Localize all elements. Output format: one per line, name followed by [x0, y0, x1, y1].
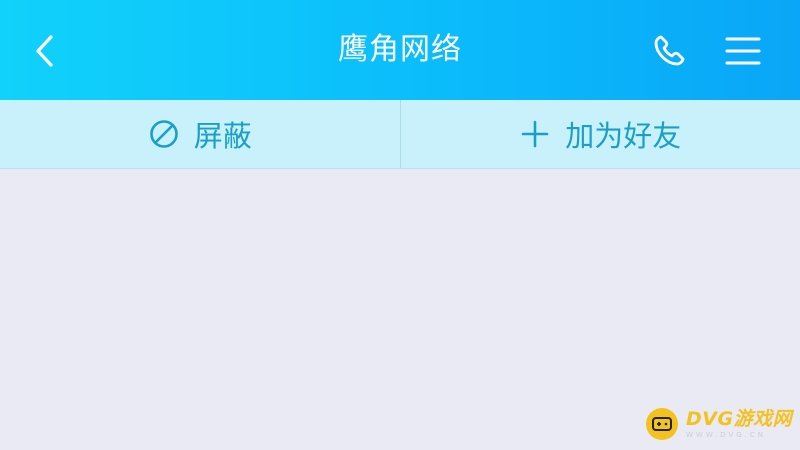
block-button[interactable]: 屏蔽	[0, 100, 400, 168]
gamepad-logo-icon	[646, 408, 678, 440]
add-friend-button[interactable]: 加为好友	[399, 100, 800, 168]
phone-icon	[654, 35, 685, 66]
watermark-text: DVG游戏网 WWW.DVG.CN	[686, 407, 793, 439]
add-friend-label: 加为好友	[565, 119, 682, 153]
stranger-action-bar: 屏蔽 加为好友	[0, 100, 800, 169]
call-button[interactable]	[646, 28, 692, 74]
site-watermark: DVG游戏网 WWW.DVG.CN	[646, 404, 792, 444]
block-icon	[148, 118, 180, 150]
top-navigation-bar: 鹰角网络	[0, 0, 800, 100]
plus-icon	[519, 118, 551, 150]
watermark-url: WWW.DVG.CN	[686, 430, 767, 439]
hamburger-menu-icon	[725, 37, 761, 65]
more-menu-button[interactable]	[720, 28, 766, 74]
watermark-brand: DVG游戏网	[686, 407, 793, 430]
block-label: 屏蔽	[193, 119, 252, 153]
